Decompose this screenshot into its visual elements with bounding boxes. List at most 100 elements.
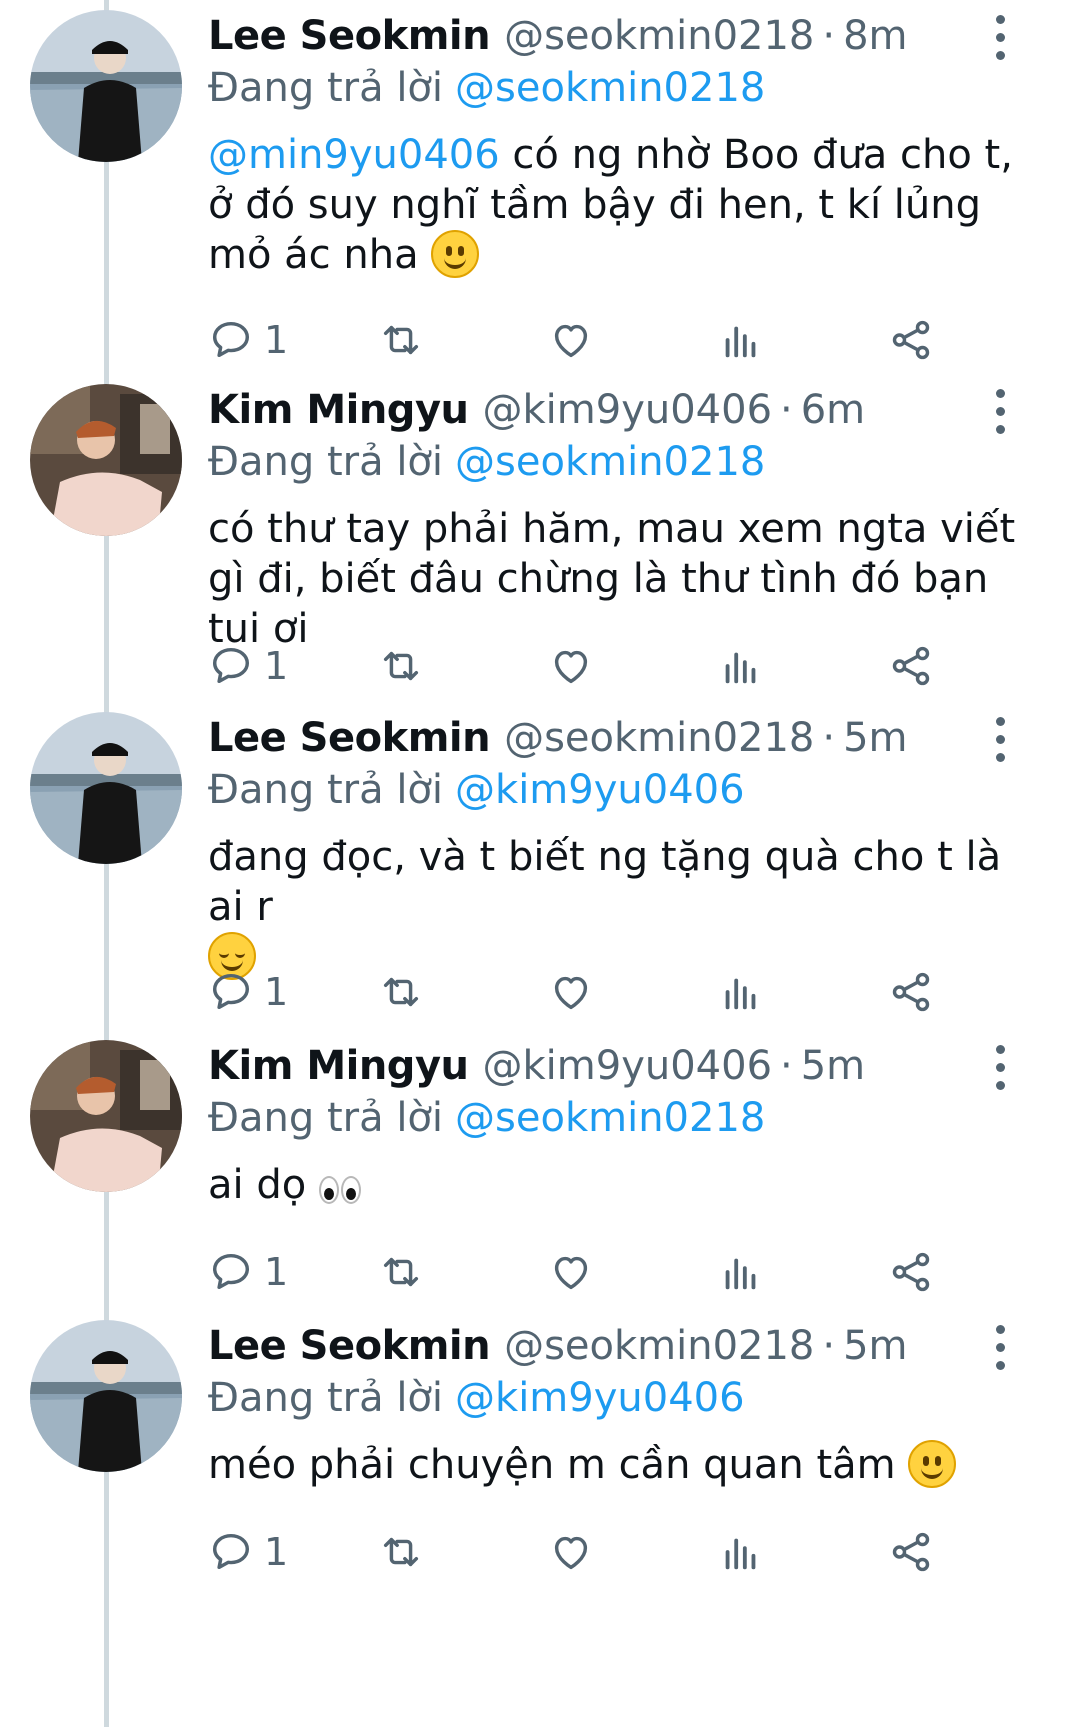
replying-to: Đang trả lời @seokmin0218 — [208, 1094, 765, 1142]
action-bar: 1 — [208, 964, 1028, 1020]
tweet-header: Kim Mingyu @kim9yu0406 · 5m — [208, 1043, 866, 1089]
author-handle[interactable]: @kim9yu0406 — [483, 1043, 773, 1089]
author-name[interactable]: Lee Seokmin — [208, 1323, 491, 1369]
more-vertical-icon[interactable] — [985, 1316, 1015, 1376]
reply-icon — [212, 1533, 250, 1570]
author-handle[interactable]: @kim9yu0406 — [483, 387, 773, 433]
tweet-text: méo phải chuyện m cần quan tâm — [208, 1440, 1038, 1490]
reply-icon — [212, 321, 250, 358]
replying-label: Đang trả lời — [208, 1095, 444, 1141]
replying-mention[interactable]: @seokmin0218 — [455, 439, 765, 485]
views-button[interactable] — [718, 312, 764, 368]
tweet-text: đang đọc, và t biết ng tặng quà cho t là… — [208, 832, 1038, 982]
views-button[interactable] — [718, 638, 764, 694]
reply-count: 1 — [264, 970, 289, 1014]
reply-icon — [212, 1253, 250, 1290]
author-handle[interactable]: @seokmin0218 — [504, 715, 814, 761]
share-button[interactable] — [888, 638, 934, 694]
share-icon — [892, 320, 930, 360]
reply-count: 1 — [264, 644, 289, 688]
views-icon — [725, 978, 756, 1010]
views-icon — [725, 326, 756, 358]
reply-button[interactable]: 1 — [208, 638, 288, 694]
tweet-header: Lee Seokmin @seokmin0218 · 5m — [208, 1323, 908, 1369]
tweet-header: Lee Seokmin @seokmin0218 · 8m — [208, 13, 908, 59]
share-button[interactable] — [888, 1524, 934, 1580]
author-handle[interactable]: @seokmin0218 — [504, 13, 814, 59]
retweet-icon — [383, 325, 419, 355]
more-vertical-icon[interactable] — [985, 6, 1015, 66]
replying-to: Đang trả lời @seokmin0218 — [208, 64, 765, 112]
reply-button[interactable]: 1 — [208, 1524, 288, 1580]
replying-label: Đang trả lời — [208, 439, 444, 485]
share-button[interactable] — [888, 964, 934, 1020]
retweet-button[interactable] — [378, 1244, 424, 1300]
like-button[interactable] — [548, 638, 594, 694]
action-bar: 1 — [208, 638, 1028, 694]
retweet-icon — [383, 651, 419, 681]
reply-icon — [212, 647, 250, 684]
views-button[interactable] — [718, 1244, 764, 1300]
more-vertical-icon[interactable] — [985, 1036, 1015, 1096]
replying-to: Đang trả lời @kim9yu0406 — [208, 766, 745, 814]
retweet-button[interactable] — [378, 1524, 424, 1580]
replying-label: Đang trả lời — [208, 1375, 444, 1421]
timestamp[interactable]: 5m — [843, 715, 907, 761]
tweet-body-text: có thư tay phải hăm, mau xem ngta viết g… — [208, 506, 1016, 652]
share-button[interactable] — [888, 1244, 934, 1300]
avatar-kim-mingyu[interactable] — [30, 1040, 182, 1192]
reply-count: 1 — [264, 1530, 289, 1574]
more-vertical-icon[interactable] — [985, 708, 1015, 768]
reply-button[interactable]: 1 — [208, 964, 288, 1020]
timestamp[interactable]: 5m — [843, 1323, 907, 1369]
share-icon — [892, 1532, 930, 1572]
reply-button[interactable]: 1 — [208, 312, 288, 368]
replying-mention[interactable]: @seokmin0218 — [455, 1095, 765, 1141]
slightly-smiling-face-icon — [431, 230, 480, 278]
replying-mention[interactable]: @kim9yu0406 — [455, 767, 745, 813]
timestamp[interactable]: 8m — [843, 13, 907, 59]
timestamp[interactable]: 5m — [801, 1043, 865, 1089]
avatar-lee-seokmin[interactable] — [30, 712, 182, 864]
slightly-smiling-face-icon — [908, 1440, 957, 1488]
reply-count: 1 — [264, 318, 289, 362]
avatar-lee-seokmin[interactable] — [30, 1320, 182, 1472]
action-bar: 1 — [208, 312, 1028, 368]
replying-mention[interactable]: @kim9yu0406 — [455, 1375, 745, 1421]
more-vertical-icon[interactable] — [985, 380, 1015, 440]
views-button[interactable] — [718, 964, 764, 1020]
heart-icon — [554, 650, 588, 684]
share-icon — [892, 1252, 930, 1292]
replying-label: Đang trả lời — [208, 767, 444, 813]
author-name[interactable]: Lee Seokmin — [208, 13, 491, 59]
replying-mention[interactable]: @seokmin0218 — [455, 65, 765, 111]
share-button[interactable] — [888, 312, 934, 368]
share-icon — [892, 646, 930, 686]
avatar-kim-mingyu[interactable] — [30, 384, 182, 536]
tweet-body-text: ai dọ — [208, 1162, 307, 1208]
author-name[interactable]: Lee Seokmin — [208, 715, 491, 761]
retweet-button[interactable] — [378, 312, 424, 368]
author-name[interactable]: Kim Mingyu — [208, 387, 469, 433]
author-handle[interactable]: @seokmin0218 — [504, 1323, 814, 1369]
like-button[interactable] — [548, 312, 594, 368]
tweet-text: ai dọ — [208, 1160, 1038, 1216]
retweet-button[interactable] — [378, 638, 424, 694]
like-button[interactable] — [548, 1244, 594, 1300]
replying-to: Đang trả lời @kim9yu0406 — [208, 1374, 745, 1422]
action-bar: 1 — [208, 1524, 1028, 1580]
retweet-button[interactable] — [378, 964, 424, 1020]
tweet-body-text: đang đọc, và t biết ng tặng quà cho t là… — [208, 834, 1002, 930]
retweet-icon — [383, 1537, 419, 1567]
timestamp[interactable]: 6m — [801, 387, 865, 433]
author-name[interactable]: Kim Mingyu — [208, 1043, 469, 1089]
views-icon — [725, 1258, 756, 1290]
like-button[interactable] — [548, 1524, 594, 1580]
views-button[interactable] — [718, 1524, 764, 1580]
avatar-lee-seokmin[interactable] — [30, 10, 182, 162]
heart-icon — [554, 324, 588, 358]
text-mention[interactable]: @min9yu0406 — [208, 132, 500, 178]
tweet-text: @min9yu0406 có ng nhờ Boo đưa cho t, ở đ… — [208, 130, 1038, 280]
like-button[interactable] — [548, 964, 594, 1020]
reply-button[interactable]: 1 — [208, 1244, 288, 1300]
